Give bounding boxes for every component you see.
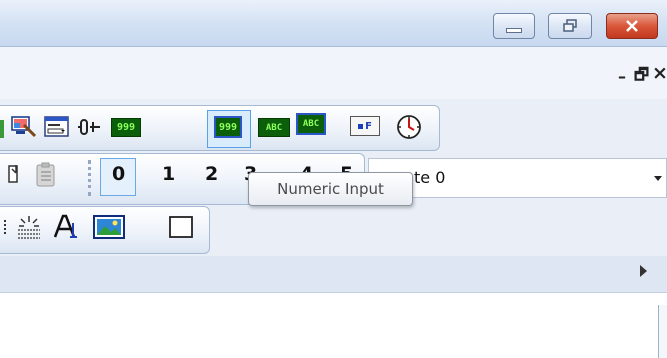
numeric-input-text: 999: [218, 121, 238, 133]
title-bar: [0, 0, 667, 47]
numeric-display-icon[interactable]: 999: [111, 118, 141, 137]
mdi-minimize-button[interactable]: –: [618, 67, 626, 86]
numeric-input-icon: 999: [214, 116, 242, 138]
numeric-display-text: 999: [116, 122, 136, 133]
font-icon[interactable]: [52, 213, 80, 241]
bit-icon[interactable]: [78, 117, 104, 137]
function-key-bullet: [358, 123, 364, 129]
tooltip-text: Numeric Input: [277, 180, 384, 198]
panel-header-strip: [0, 256, 667, 293]
restore-button[interactable]: [548, 13, 592, 39]
scrollbar[interactable]: [658, 305, 667, 358]
close-button[interactable]: [606, 13, 658, 39]
monitor-brush-icon[interactable]: [11, 115, 37, 139]
close-icon: [626, 20, 638, 32]
mdi-close-button[interactable]: ×: [652, 62, 667, 84]
text-input-icon[interactable]: ABC: [296, 113, 326, 135]
function-key-icon[interactable]: F: [350, 116, 380, 136]
clock-icon[interactable]: [396, 114, 422, 140]
state-combo-value: te 0: [414, 168, 446, 187]
function-key-text: F: [365, 120, 372, 132]
menu-bar: [0, 47, 667, 99]
window-list-icon[interactable]: [44, 116, 70, 138]
state-digit-2[interactable]: 2: [205, 163, 218, 185]
chevron-down-icon[interactable]: [654, 176, 662, 181]
work-area: [0, 293, 667, 358]
text-display-icon[interactable]: ABC: [258, 118, 290, 137]
restore-icon: [563, 19, 577, 32]
minimize-icon: [506, 27, 522, 33]
paste-icon: [36, 162, 55, 187]
numeric-input-button[interactable]: 999: [207, 110, 251, 148]
rectangle-icon[interactable]: [168, 214, 194, 240]
toolbar-grip[interactable]: [88, 160, 94, 196]
state-digit-1[interactable]: 1: [162, 163, 175, 185]
chevron-right-icon[interactable]: [640, 265, 647, 277]
text-input-text: ABC: [302, 119, 320, 129]
mdi-restore-button[interactable]: 🗗: [634, 64, 649, 91]
state-digit-0[interactable]: 0: [112, 163, 125, 185]
toolbar-edge-icon: [0, 120, 4, 138]
tooltip: Numeric Input: [248, 172, 413, 206]
dots-icon: [4, 220, 10, 234]
align-icon[interactable]: [16, 214, 42, 240]
copy-icon[interactable]: [8, 162, 28, 186]
minimize-button[interactable]: [493, 13, 535, 39]
text-display-text: ABC: [265, 122, 283, 133]
picture-icon[interactable]: [93, 215, 125, 239]
